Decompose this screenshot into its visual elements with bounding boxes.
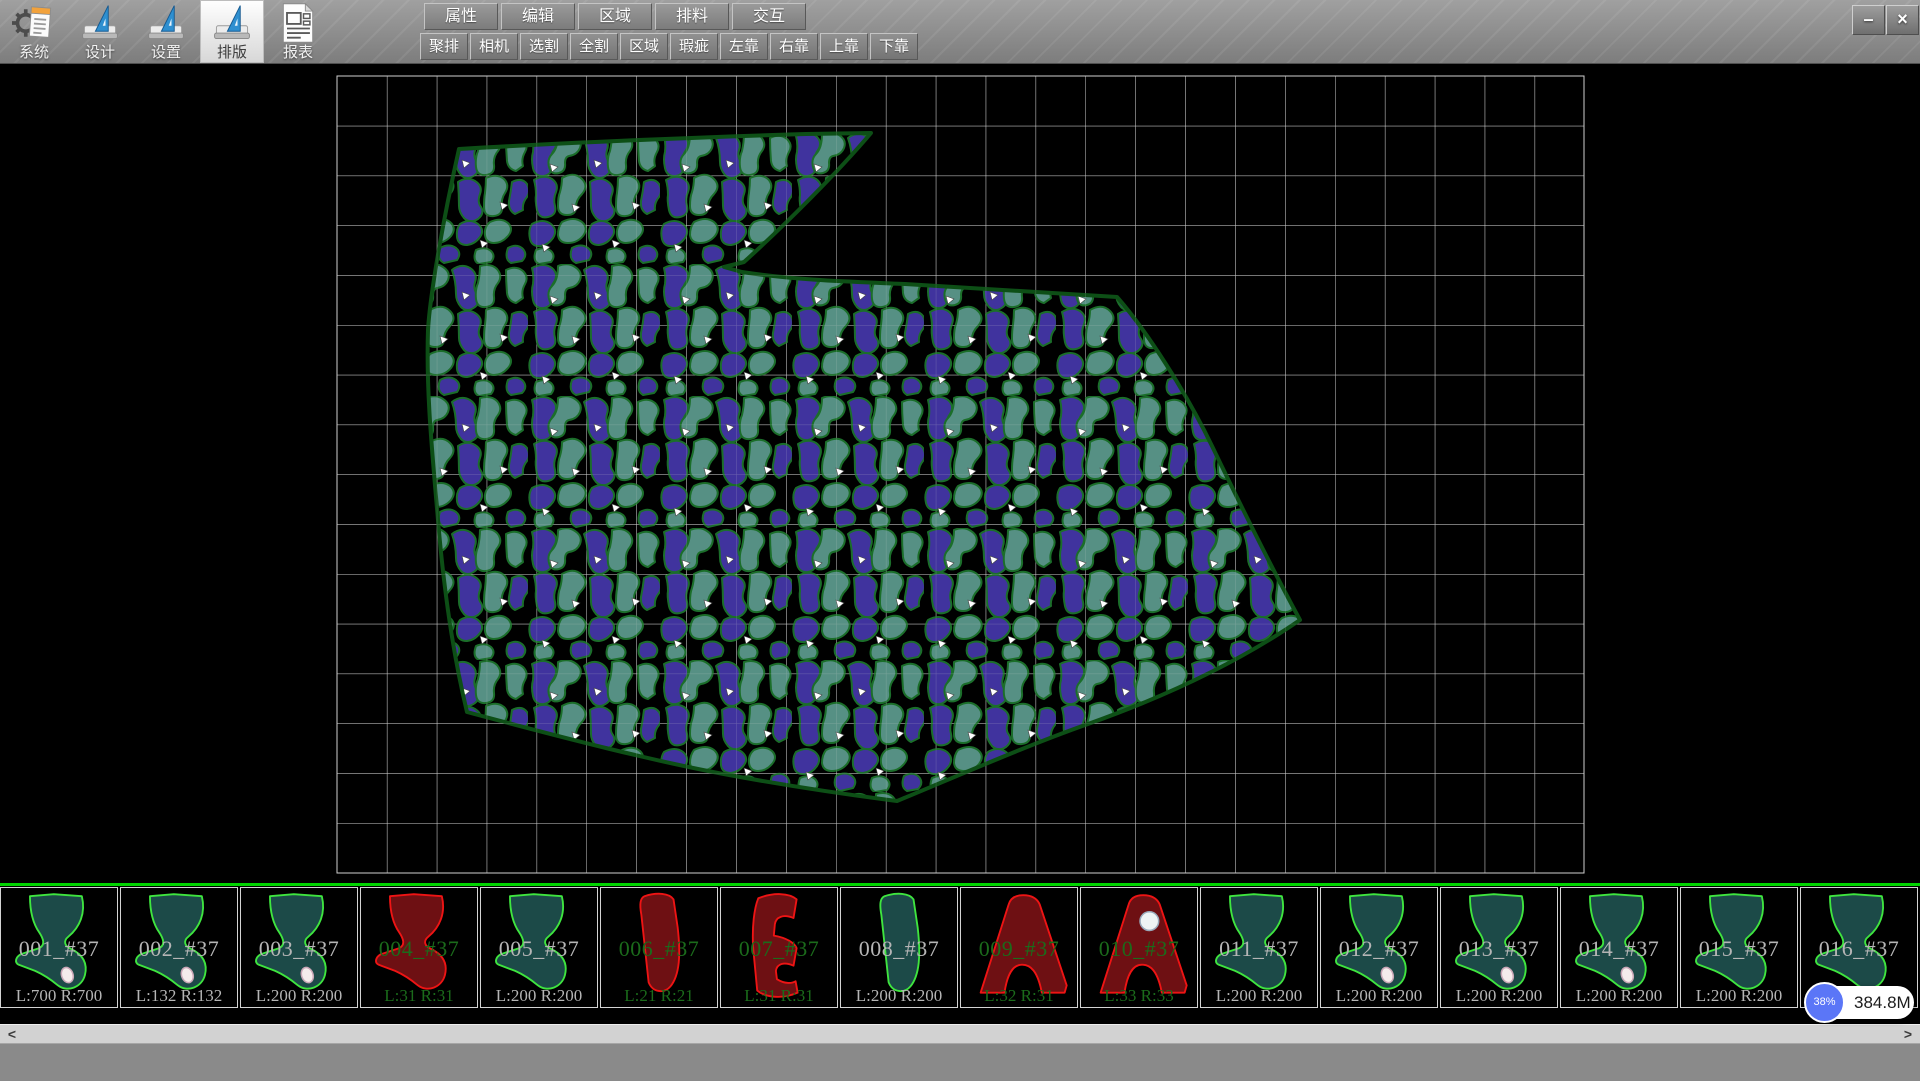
piece-name-label: 002_#37: [121, 936, 237, 962]
action-button-下靠[interactable]: 下靠: [870, 33, 918, 60]
piece-lr-count-label: L:200 R:200: [1561, 986, 1677, 1006]
piece-thumbnail[interactable]: 005_#37 L:200 R:200: [480, 887, 598, 1008]
main-button-系统[interactable]: 系统: [2, 0, 66, 63]
main-button-label: 报表: [266, 45, 330, 61]
piece-name-label: 006_#37: [601, 936, 717, 962]
action-button-右靠[interactable]: 右靠: [770, 33, 818, 60]
ruler-icon: [78, 1, 122, 45]
system-icon: [12, 1, 56, 45]
piece-name-label: 011_#37: [1201, 936, 1317, 962]
piece-name-label: 013_#37: [1441, 936, 1557, 962]
piece-thumbnail-list: 001_#37L:700 R:700002_#37L:132 R:132003_…: [0, 887, 1920, 1008]
piece-lr-count-label: L:200 R:200: [481, 986, 597, 1006]
action-button-上靠[interactable]: 上靠: [820, 33, 868, 60]
progress-badge: 38% 384.8M: [1808, 986, 1914, 1019]
piece-lr-count-label: L:200 R:200: [1441, 986, 1557, 1006]
horizontal-scrollbar[interactable]: < >: [0, 1024, 1920, 1044]
piece-lr-count-label: L:200 R:200: [1321, 986, 1437, 1006]
action-button-区域[interactable]: 区域: [620, 33, 668, 60]
ruler-icon: [210, 1, 254, 45]
grid-overlay: [337, 76, 1584, 873]
nesting-canvas[interactable]: [0, 63, 1920, 883]
piece-thumbnail[interactable]: 006_#37 L:21 R:21: [600, 887, 718, 1008]
piece-lr-count-label: L:200 R:200: [841, 986, 957, 1006]
piece-thumbnail[interactable]: 003_#37 L:200 R:200: [240, 887, 358, 1008]
action-button-瑕疵[interactable]: 瑕疵: [670, 33, 718, 60]
main-button-label: 设计: [68, 45, 132, 61]
piece-name-label: 005_#37: [481, 936, 597, 962]
menu-tab-交互[interactable]: 交互: [732, 3, 806, 30]
action-button-聚排[interactable]: 聚排: [420, 33, 468, 60]
status-bar: [0, 1043, 1920, 1081]
memory-usage: 384.8M: [1854, 986, 1911, 1019]
strip-separator-line: [0, 883, 1920, 886]
action-button-选割[interactable]: 选割: [520, 33, 568, 60]
piece-thumbnail[interactable]: 008_#37 L:200 R:200: [840, 887, 958, 1008]
piece-thumbnail[interactable]: 001_#37 L:700 R:700: [0, 887, 118, 1008]
piece-thumbnail[interactable]: 015_#37 L:200 R:200: [1680, 887, 1798, 1008]
ruler-icon: [144, 1, 188, 45]
app-window: { "window": { "minimize_label": "–", "cl…: [0, 0, 1920, 1080]
piece-lr-count-label: L:700 R:700: [1, 986, 117, 1006]
piece-thumbnail[interactable]: 010_#37 L:33 R:33: [1080, 887, 1198, 1008]
scroll-right-arrow-icon[interactable]: >: [1898, 1025, 1918, 1044]
main-button-排版[interactable]: 排版: [200, 0, 264, 63]
progress-percent: 38%: [1804, 982, 1845, 1023]
piece-lr-count-label: L:200 R:200: [1681, 986, 1797, 1006]
piece-name-label: 004_#37: [361, 936, 477, 962]
piece-lr-count-label: L:32 R:31: [961, 986, 1077, 1006]
piece-lr-count-label: L:31 R:31: [721, 986, 837, 1006]
report-icon: [276, 1, 320, 45]
main-button-报表[interactable]: 报表: [266, 0, 330, 63]
action-button-左靠[interactable]: 左靠: [720, 33, 768, 60]
piece-name-label: 010_#37: [1081, 936, 1197, 962]
piece-thumbnail[interactable]: 013_#37 L:200 R:200: [1440, 887, 1558, 1008]
piece-lr-count-label: L:21 R:21: [601, 986, 717, 1006]
piece-name-label: 001_#37: [1, 936, 117, 962]
piece-thumbnail[interactable]: 007_#37 L:31 R:31: [720, 887, 838, 1008]
piece-name-label: 016_#37: [1801, 936, 1917, 962]
piece-thumbnail[interactable]: 012_#37 L:200 R:200: [1320, 887, 1438, 1008]
piece-thumbnail[interactable]: 004_#37 L:31 R:31: [360, 887, 478, 1008]
menu-tab-排料[interactable]: 排料: [655, 3, 729, 30]
scroll-left-arrow-icon[interactable]: <: [2, 1025, 22, 1044]
close-button[interactable]: ×: [1886, 5, 1919, 35]
menu-tab-属性[interactable]: 属性: [424, 3, 498, 30]
piece-lr-count-label: L:33 R:33: [1081, 986, 1197, 1006]
piece-name-label: 007_#37: [721, 936, 837, 962]
piece-name-label: 003_#37: [241, 936, 357, 962]
action-button-相机[interactable]: 相机: [470, 33, 518, 60]
piece-name-label: 014_#37: [1561, 936, 1677, 962]
main-button-label: 排版: [200, 45, 264, 61]
menu-tab-编辑[interactable]: 编辑: [501, 3, 575, 30]
main-button-设计[interactable]: 设计: [68, 0, 132, 63]
piece-name-label: 015_#37: [1681, 936, 1797, 962]
piece-lr-count-label: L:31 R:31: [361, 986, 477, 1006]
piece-name-label: 008_#37: [841, 936, 957, 962]
piece-thumbnail[interactable]: 002_#37 L:132 R:132: [120, 887, 238, 1008]
piece-lr-count-label: L:200 R:200: [241, 986, 357, 1006]
main-button-label: 系统: [2, 45, 66, 61]
piece-thumbnail[interactable]: 009_#37 L:32 R:31: [960, 887, 1078, 1008]
top-toolbar: 系统设计设置排版报表 属性编辑区域排料交互 聚排相机选割全割区域瑕疵左靠右靠上靠…: [0, 0, 1920, 64]
action-button-全割[interactable]: 全割: [570, 33, 618, 60]
nest-layout-view: [0, 63, 1920, 883]
menu-tab-区域[interactable]: 区域: [578, 3, 652, 30]
piece-thumbnail[interactable]: 011_#37 L:200 R:200: [1200, 887, 1318, 1008]
piece-thumbnail[interactable]: 014_#37 L:200 R:200: [1560, 887, 1678, 1008]
piece-lr-count-label: L:132 R:132: [121, 986, 237, 1006]
piece-name-label: 009_#37: [961, 936, 1077, 962]
piece-lr-count-label: L:200 R:200: [1201, 986, 1317, 1006]
main-button-设置[interactable]: 设置: [134, 0, 198, 63]
piece-thumbnail-strip: 001_#37L:700 R:700002_#37L:132 R:132003_…: [0, 883, 1920, 1008]
piece-name-label: 012_#37: [1321, 936, 1437, 962]
main-button-label: 设置: [134, 45, 198, 61]
minimize-button[interactable]: –: [1852, 5, 1885, 35]
